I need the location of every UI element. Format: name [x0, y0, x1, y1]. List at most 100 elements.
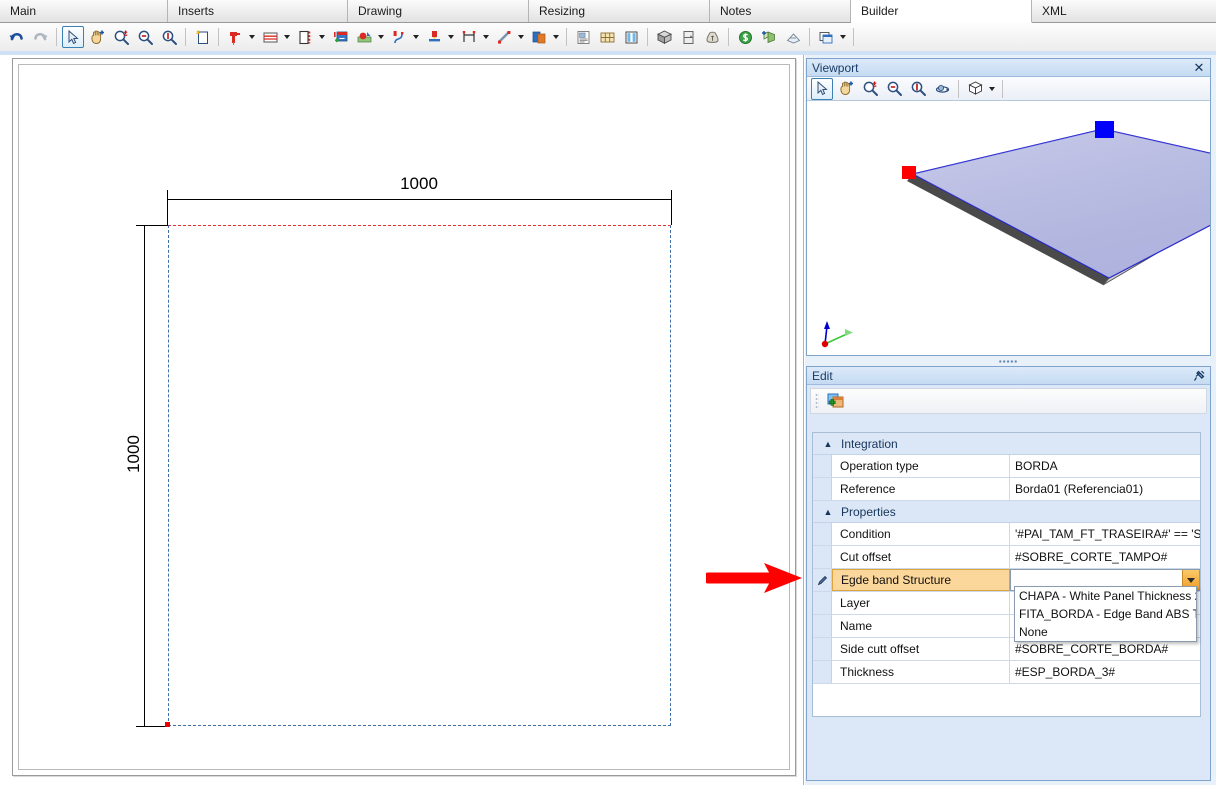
line-tool-icon[interactable] — [493, 26, 515, 48]
vp-orbit-icon[interactable] — [931, 78, 953, 100]
undo-icon[interactable] — [5, 26, 27, 48]
property-value[interactable]: Borda01 (Referencia01) — [1010, 478, 1200, 500]
nesting-icon[interactable] — [596, 26, 618, 48]
chevron-down-icon[interactable] — [987, 78, 996, 100]
dropdown-option[interactable]: None — [1015, 623, 1196, 641]
property-name: Condition — [832, 523, 1010, 545]
tab-inserts[interactable]: Inserts — [168, 0, 348, 22]
property-grid[interactable]: ▲ Integration Operation type BORDA Refer… — [812, 432, 1201, 717]
chevron-down-icon[interactable] — [282, 26, 291, 48]
copy-object-icon[interactable] — [758, 26, 780, 48]
chevron-down-icon[interactable] — [481, 26, 490, 48]
end-handle — [1095, 121, 1114, 138]
add-operation-icon[interactable] — [824, 390, 846, 412]
groove-tool-icon[interactable] — [259, 26, 281, 48]
close-icon[interactable]: ✕ — [1192, 61, 1206, 75]
redo-icon[interactable] — [29, 26, 51, 48]
chevron-down-icon[interactable] — [376, 26, 385, 48]
report-icon[interactable] — [572, 26, 594, 48]
toolbar-grip[interactable] — [815, 393, 819, 409]
collapse-chevron-icon[interactable]: ▲ — [821, 505, 835, 519]
material-tool-icon[interactable] — [528, 26, 550, 48]
property-row-reference[interactable]: Reference Borda01 (Referencia01) — [813, 478, 1200, 501]
property-row-operation-type[interactable]: Operation type BORDA — [813, 455, 1200, 478]
pin-icon[interactable] — [1192, 369, 1206, 383]
chevron-down-icon[interactable] — [551, 26, 560, 48]
row-gutter — [813, 592, 832, 614]
category-label: Properties — [841, 504, 896, 519]
tab-xml[interactable]: XML — [1032, 0, 1216, 22]
chevron-down-icon[interactable] — [838, 26, 847, 48]
zoom-out-icon[interactable] — [134, 26, 156, 48]
vp-pan-icon[interactable] — [835, 78, 857, 100]
collapse-chevron-icon[interactable]: ▲ — [821, 437, 835, 451]
tab-resizing[interactable]: Resizing — [529, 0, 710, 22]
property-value[interactable]: '#PAI_TAM_FT_TRASEIRA#' == 'SIM' — [1010, 523, 1200, 545]
chevron-down-icon[interactable] — [411, 26, 420, 48]
tab-builder[interactable]: Builder — [851, 0, 1032, 23]
door-icon[interactable] — [677, 26, 699, 48]
solid-3d-icon[interactable] — [653, 26, 675, 48]
origin-marker — [165, 722, 170, 727]
row-gutter — [813, 638, 832, 660]
tab-notes[interactable]: Notes — [710, 0, 851, 22]
tab-label: Notes — [720, 4, 752, 18]
row-gutter — [813, 455, 832, 477]
machining-icon[interactable] — [353, 26, 375, 48]
vp-zoom-out-icon[interactable] — [883, 78, 905, 100]
chevron-down-icon[interactable] — [516, 26, 525, 48]
edit-caption: Edit — [807, 367, 1210, 385]
start-handle — [902, 166, 916, 179]
property-name: Operation type — [832, 455, 1010, 477]
select-tool-icon[interactable] — [62, 26, 84, 48]
tab-drawing[interactable]: Drawing — [348, 0, 529, 22]
book-icon[interactable] — [782, 26, 804, 48]
dimension-ext-top-left — [167, 199, 168, 225]
chevron-down-icon[interactable] — [446, 26, 455, 48]
row-gutter — [813, 615, 832, 637]
contour-tool-icon[interactable] — [388, 26, 410, 48]
drawing-sheet[interactable]: 1000 1000 — [12, 58, 796, 776]
tab-main[interactable]: Main — [0, 0, 168, 22]
toolbar-separator — [809, 28, 810, 46]
property-value[interactable]: BORDA — [1010, 455, 1200, 477]
price-icon[interactable] — [734, 26, 756, 48]
property-value[interactable]: #ESP_BORDA_3# — [1010, 661, 1200, 683]
window-layout-icon[interactable] — [815, 26, 837, 48]
edit-toolbar — [810, 388, 1207, 414]
vp-zoom-window-icon[interactable] — [859, 78, 881, 100]
vp-view-cube-icon[interactable] — [964, 78, 986, 100]
zoom-fit-icon[interactable] — [158, 26, 180, 48]
dimension-tool-icon[interactable] — [458, 26, 480, 48]
new-panel-icon[interactable] — [191, 26, 213, 48]
viewport-canvas[interactable] — [807, 102, 1210, 355]
edge-band-structure-dropdown-list[interactable]: CHAPA - White Panel Thickness 2... FITA_… — [1014, 586, 1197, 642]
toolbar-separator — [958, 79, 959, 98]
property-name: Cut offset — [832, 546, 1010, 568]
pocket-tool-icon[interactable] — [423, 26, 445, 48]
viewport-toolbar — [807, 77, 1210, 101]
dropdown-option[interactable]: CHAPA - White Panel Thickness 2... — [1015, 587, 1196, 605]
property-row-cut-offset[interactable]: Cut offset #SOBRE_CORTE_TAMPO# — [813, 546, 1200, 569]
vp-select-icon[interactable] — [811, 77, 833, 100]
panel-outline[interactable] — [168, 225, 671, 726]
toolbar-separator — [185, 28, 186, 46]
panel-splitter[interactable]: ▪▪▪▪▪ — [806, 357, 1211, 366]
cost-icon[interactable] — [701, 26, 723, 48]
property-category-properties[interactable]: ▲ Properties — [813, 501, 1200, 523]
property-value[interactable]: #SOBRE_CORTE_TAMPO# — [1010, 546, 1200, 568]
vp-zoom-fit-icon[interactable] — [907, 78, 929, 100]
edge-band-tool-icon[interactable] — [294, 26, 316, 48]
property-category-integration[interactable]: ▲ Integration — [813, 433, 1200, 455]
zoom-window-icon[interactable] — [110, 26, 132, 48]
chevron-down-icon[interactable] — [317, 26, 326, 48]
chevron-down-icon[interactable] — [247, 26, 256, 48]
insert-hardware-icon[interactable] — [329, 26, 351, 48]
pan-tool-icon[interactable] — [86, 26, 108, 48]
panel-view-icon[interactable] — [620, 26, 642, 48]
property-row-thickness[interactable]: Thickness #ESP_BORDA_3# — [813, 661, 1200, 684]
dropdown-option[interactable]: FITA_BORDA - Edge Band ABS Th... — [1015, 605, 1196, 623]
property-row-condition[interactable]: Condition '#PAI_TAM_FT_TRASEIRA#' == 'SI… — [813, 523, 1200, 546]
drawing-area[interactable]: 1000 1000 — [1, 55, 804, 785]
drill-tool-icon[interactable] — [224, 26, 246, 48]
